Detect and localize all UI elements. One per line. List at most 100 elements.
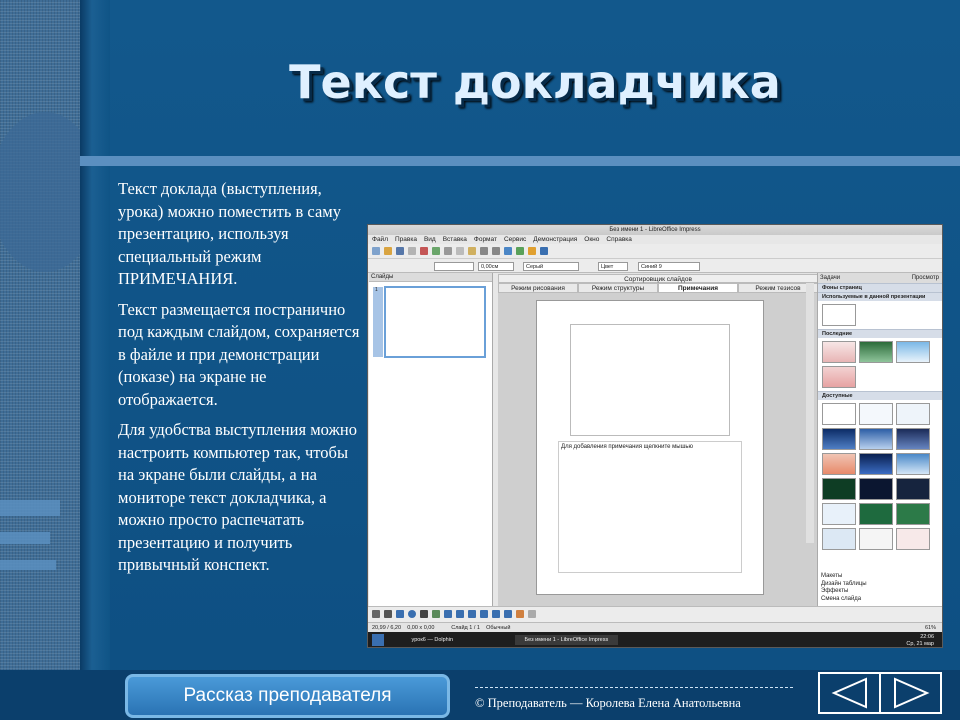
master-thumbnail[interactable] [896, 478, 930, 500]
tab-notes[interactable]: Примечания [658, 283, 738, 293]
section-transitions[interactable]: Смена слайда [821, 596, 942, 604]
master-thumbnail[interactable] [859, 453, 893, 475]
notes-area[interactable]: Для добавления примечания щелкните мышью [558, 441, 742, 573]
slide-number: 1 [373, 287, 383, 357]
master-thumbnail[interactable] [822, 366, 856, 388]
master-thumbnail[interactable] [822, 428, 856, 450]
master-thumbnail[interactable] [859, 478, 893, 500]
prev-slide-button[interactable] [820, 674, 879, 712]
cut-icon[interactable] [444, 247, 452, 255]
used-masters-section[interactable]: Используемые в данной презентации [818, 292, 942, 301]
taskbar-item-dolphin[interactable]: урок6 — Dolphin [412, 637, 453, 643]
new-icon[interactable] [372, 247, 380, 255]
slide-thumbnail[interactable] [384, 286, 486, 358]
standard-toolbar [368, 244, 942, 259]
line-icon[interactable] [384, 610, 392, 618]
text-icon[interactable] [420, 610, 428, 618]
vertical-scrollbar[interactable] [806, 283, 814, 543]
menu-item-file[interactable]: Файл [372, 235, 388, 244]
points-icon[interactable] [516, 610, 524, 618]
line-width-field[interactable]: 0,00см [478, 262, 514, 271]
master-thumbnail[interactable] [859, 503, 893, 525]
master-thumbnail[interactable] [822, 503, 856, 525]
available-masters-section[interactable]: Доступные [818, 391, 942, 400]
stars-icon[interactable] [504, 610, 512, 618]
menu-item-tools[interactable]: Сервис [504, 235, 526, 244]
menu-item-insert[interactable]: Вставка [443, 235, 467, 244]
notes-placeholder: Для добавления примечания щелкните мышью [561, 444, 694, 450]
master-thumbnail[interactable] [896, 453, 930, 475]
rectangle-icon[interactable] [396, 610, 404, 618]
menu-item-format[interactable]: Формат [474, 235, 497, 244]
undo-icon[interactable] [480, 247, 488, 255]
master-thumbnail[interactable] [896, 341, 930, 363]
slideshow-icon[interactable] [540, 247, 548, 255]
callouts-icon[interactable] [492, 610, 500, 618]
tab-slide-sorter[interactable]: Сортировщик слайдов [498, 274, 818, 283]
connector-icon[interactable] [432, 610, 440, 618]
menu-item-window[interactable]: Окно [584, 235, 599, 244]
menu-item-edit[interactable]: Правка [395, 235, 417, 244]
recent-masters-section[interactable]: Последние [818, 329, 942, 338]
navigator-icon[interactable] [528, 247, 536, 255]
symbol-shapes-icon[interactable] [456, 610, 464, 618]
taskbar-item-impress[interactable]: Без имени 1 - LibreOffice Impress [514, 635, 619, 645]
redo-icon[interactable] [492, 247, 500, 255]
section-effects[interactable]: Эффекты [821, 588, 942, 596]
start-menu-icon[interactable] [372, 634, 384, 646]
master-thumbnail[interactable] [896, 428, 930, 450]
clock-time: 22:06 [920, 634, 934, 640]
master-thumbnail[interactable] [896, 528, 930, 550]
spellcheck-icon[interactable] [432, 247, 440, 255]
master-thumbnail[interactable] [859, 428, 893, 450]
image-icon[interactable] [528, 610, 536, 618]
master-thumbnail[interactable] [822, 403, 856, 425]
menu-item-slideshow[interactable]: Демонстрация [533, 235, 577, 244]
section-layouts[interactable]: Макеты [821, 573, 942, 581]
copy-icon[interactable] [456, 247, 464, 255]
paragraph: Текст доклада (выступления, урока) можно… [118, 179, 341, 288]
master-thumbnail[interactable] [822, 478, 856, 500]
used-masters-grid [818, 301, 942, 329]
tab-outline[interactable]: Режим структуры [578, 283, 658, 293]
chart-icon[interactable] [504, 247, 512, 255]
master-thumbnail[interactable] [822, 304, 856, 326]
open-icon[interactable] [384, 247, 392, 255]
tab-normal[interactable]: Режим рисования [498, 283, 578, 293]
master-thumbnail[interactable] [859, 403, 893, 425]
slide: Текст докладчика Текст доклада (выступле… [0, 0, 960, 720]
line-color-select[interactable]: Серый [523, 262, 579, 271]
decorative-bar [0, 560, 56, 570]
master-thumbnail[interactable] [822, 528, 856, 550]
master-thumbnail[interactable] [822, 341, 856, 363]
next-slide-button[interactable] [879, 674, 940, 712]
fill-color-select[interactable]: Синий 9 [638, 262, 700, 271]
teacher-story-button[interactable]: Рассказ преподавателя [125, 674, 450, 718]
section-table-design[interactable]: Дизайн таблицы [821, 581, 942, 589]
arrows-icon[interactable] [468, 610, 476, 618]
line-style-select[interactable] [434, 262, 474, 271]
master-pages-section[interactable]: Фоны страниц [818, 283, 942, 292]
paragraph: Для удобства выступления можно настроить… [118, 420, 357, 574]
tasks-view-button[interactable]: Просмотр [912, 273, 939, 283]
master-thumbnail[interactable] [859, 341, 893, 363]
paste-icon[interactable] [468, 247, 476, 255]
flowchart-icon[interactable] [480, 610, 488, 618]
menu-item-view[interactable]: Вид [424, 235, 436, 244]
area-style-select[interactable]: Цвет [598, 262, 628, 271]
master-thumbnail[interactable] [859, 528, 893, 550]
pdf-icon[interactable] [408, 247, 416, 255]
select-icon[interactable] [372, 610, 380, 618]
menu-item-help[interactable]: Справка [606, 235, 632, 244]
master-thumbnail[interactable] [896, 403, 930, 425]
save-icon[interactable] [396, 247, 404, 255]
basic-shapes-icon[interactable] [444, 610, 452, 618]
master-thumbnail[interactable] [896, 503, 930, 525]
print-icon[interactable] [420, 247, 428, 255]
slide-preview[interactable] [570, 324, 730, 436]
table-icon[interactable] [516, 247, 524, 255]
ellipse-icon[interactable] [408, 610, 416, 618]
tasks-panel: Задачи Просмотр Фоны страниц Используемы… [817, 273, 942, 606]
status-position: 20,99 / 6,20 [372, 625, 402, 631]
master-thumbnail[interactable] [822, 453, 856, 475]
